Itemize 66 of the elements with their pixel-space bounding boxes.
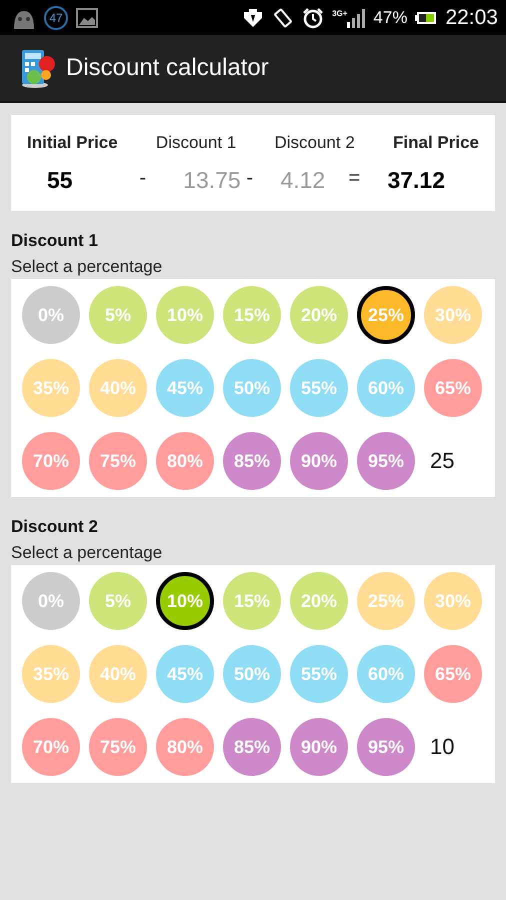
percentage-option[interactable]: 70%	[22, 432, 80, 490]
percentage-option[interactable]: 30%	[424, 286, 482, 344]
percentage-option[interactable]: 50%	[223, 645, 281, 703]
column-heading: Final Price	[393, 132, 479, 152]
percentage-option[interactable]: 5%	[89, 572, 147, 630]
column-heading: Initial Price	[27, 132, 118, 152]
selected-value: 25	[429, 448, 456, 474]
percentage-option[interactable]: 60%	[357, 645, 415, 703]
summary-value: -	[246, 166, 254, 190]
summary-value: 4.12	[280, 166, 326, 194]
summary-value: =	[348, 166, 362, 190]
calculator-icon	[20, 48, 56, 88]
notification-count: 47	[44, 6, 68, 30]
summary-value: -	[139, 166, 148, 190]
clock-time: 22:03	[445, 6, 498, 30]
percentage-option[interactable]: 15%	[223, 572, 281, 630]
percentage-option[interactable]: 35%	[22, 645, 80, 703]
percentage-option[interactable]: 90%	[290, 432, 348, 490]
percentage-option[interactable]: 85%	[223, 718, 281, 776]
selected-value: 10	[429, 734, 456, 760]
percentage-option[interactable]: 15%	[223, 286, 281, 344]
summary-value: 55	[47, 166, 74, 194]
section-title: Discount 2	[11, 517, 99, 537]
percentage-option[interactable]: 60%	[357, 359, 415, 417]
percentage-option[interactable]: 40%	[89, 645, 147, 703]
percentage-option[interactable]: 70%	[22, 718, 80, 776]
percentage-option[interactable]: 80%	[156, 718, 214, 776]
percentage-option[interactable]: 20%	[290, 286, 348, 344]
percentage-option[interactable]: 25%	[357, 286, 415, 344]
percentage-option[interactable]: 40%	[89, 359, 147, 417]
percentage-option[interactable]: 45%	[156, 645, 214, 703]
percentage-option[interactable]: 35%	[22, 359, 80, 417]
alarm-clock-icon	[302, 6, 324, 28]
screen-rotation-icon	[272, 6, 294, 28]
battery-percent: 47%	[373, 8, 408, 28]
percentage-option[interactable]: 65%	[424, 359, 482, 417]
percentage-option[interactable]: 85%	[223, 432, 281, 490]
percentage-option[interactable]: 30%	[424, 572, 482, 630]
percentage-option[interactable]: 90%	[290, 718, 348, 776]
percentage-option[interactable]: 80%	[156, 432, 214, 490]
summary-value: 13.75	[183, 166, 242, 194]
battery-icon	[415, 10, 438, 24]
percentage-option[interactable]: 65%	[424, 645, 482, 703]
percentage-option[interactable]: 10%	[156, 286, 214, 344]
column-heading: Discount 1	[156, 132, 236, 152]
percentage-option[interactable]: 25%	[357, 572, 415, 630]
percentage-option[interactable]: 95%	[357, 432, 415, 490]
percentage-option[interactable]: 5%	[89, 286, 147, 344]
app-title: Discount calculator	[66, 54, 269, 82]
image-icon	[76, 8, 98, 28]
signal-icon	[347, 8, 366, 28]
percentage-option[interactable]: 45%	[156, 359, 214, 417]
percentage-option[interactable]: 75%	[89, 718, 147, 776]
section-title: Discount 1	[11, 231, 99, 251]
percentage-option[interactable]: 55%	[290, 645, 348, 703]
percentage-option[interactable]: 10%	[156, 572, 214, 630]
percentage-option[interactable]: 75%	[89, 432, 147, 490]
percentage-option[interactable]: 20%	[290, 572, 348, 630]
percentage-option[interactable]: 50%	[223, 359, 281, 417]
section-hint: Select a percentage	[11, 543, 164, 563]
column-heading: Discount 2	[274, 132, 355, 152]
section-hint: Select a percentage	[11, 257, 164, 277]
network-type-label: 3G+	[332, 8, 348, 18]
percentage-option[interactable]: 95%	[357, 718, 415, 776]
percentage-option[interactable]: 55%	[290, 359, 348, 417]
summary-value: 37.12	[387, 166, 446, 194]
